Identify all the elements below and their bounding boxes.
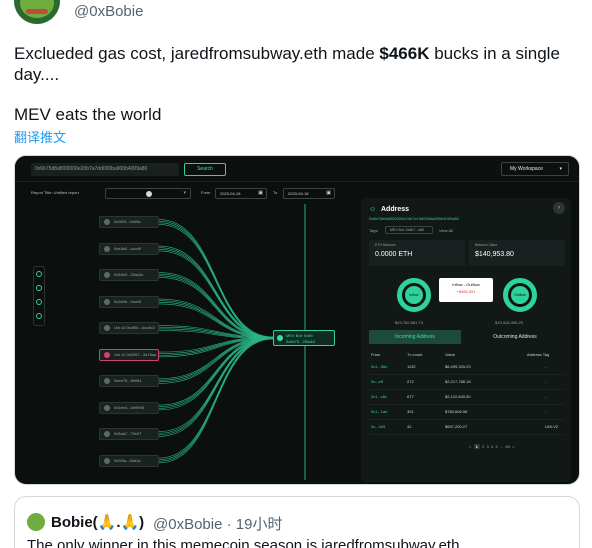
graph-edge [158, 245, 274, 338]
graph-node[interactable]: 0x54e0...25ac5c [99, 269, 159, 281]
balance-value: $140,953.80 [475, 251, 514, 258]
graph-edge [158, 338, 274, 436]
table-cell-tag: - [545, 379, 547, 384]
graph-edge [158, 338, 274, 462]
workspace-dropdown[interactable]: My Workspace ▾ [501, 162, 569, 176]
quoted-tweet[interactable]: Bobie(🙏.🙏) @0xBobie · 19小时 The only winn… [14, 496, 580, 548]
graph-node[interactable]: 0xe4d0...cccd9 [99, 242, 159, 255]
table-row[interactable]: 0x1...36e 1132 $8,499,325.23 - [369, 360, 565, 375]
graph-edge [158, 336, 274, 432]
table-cell-from[interactable]: 0x...3b5 [371, 424, 385, 429]
to-label: To [273, 190, 278, 195]
amount: $466K [379, 44, 430, 63]
view-all-link[interactable]: View All [439, 228, 453, 233]
translate-link[interactable]: 翻译推文 [14, 127, 66, 146]
column-header[interactable]: Address Tag [527, 352, 549, 357]
table-cell-tag: - [545, 394, 547, 399]
address-search-input[interactable]: 0x6b75d8af000000e20b7a7dd000ba900b4009a8… [31, 163, 179, 176]
search-button[interactable]: Search [184, 163, 226, 176]
outflow-value: $19,316,490.25 [495, 320, 523, 325]
user-icon: ☺ [369, 206, 377, 213]
table-row[interactable]: 0x...3b5 42 $657,200.27 UNI-V2 [369, 420, 565, 435]
transaction-graph[interactable]: 0x0f23...0d49a 0xe4d0...cccd9 0x54e0...25a… [15, 196, 355, 484]
table-cell-value: $657,200.27 [445, 424, 468, 429]
graph-edge [158, 337, 274, 434]
graph-node[interactable]: 0x5da7...79c07 [99, 428, 159, 440]
report-title-label: Report Title: Untitled report [31, 190, 79, 195]
graph-edge [158, 337, 274, 381]
graph-edge [158, 249, 274, 339]
table-cell-tx: 677 [407, 394, 414, 399]
table-cell-tx: 272 [407, 379, 414, 384]
address-tabs: Incoming Address Outcoming Address [369, 330, 565, 344]
graph-node[interactable]: 0xee75...9b081 [99, 375, 159, 387]
outflow-ring: Outflow [503, 278, 537, 312]
graph-edge [158, 336, 274, 459]
tags-label: Tags: [369, 228, 379, 233]
app-topbar: 0x6b75d8af000000e20b7a7dd000ba900b4009a8… [15, 156, 579, 182]
graph-node[interactable]: Uni v3 0x4f5b...6cc4b2 [99, 322, 159, 334]
table-cell-tx: 1132 [407, 364, 416, 369]
net-flow-value: +$466,091 [456, 289, 476, 294]
table-cell-from[interactable]: 0x1...1ab [371, 409, 387, 414]
table-row[interactable]: 0x1...1ab 301 $780,606.98 - [369, 405, 565, 420]
panel-title: Address [381, 206, 410, 213]
table-cell-value: $780,606.98 [445, 409, 468, 414]
column-header[interactable]: Value [445, 352, 455, 357]
table-cell-from[interactable]: 0x1...c8c [371, 394, 387, 399]
table-cell-value: $2,217,788.18 [445, 379, 471, 384]
table-cell-tx: 42 [407, 424, 412, 429]
table-cell-value: $8,499,325.23 [445, 364, 471, 369]
eth-balance-card: ETH Balance 0.0000 ETH [369, 240, 465, 266]
quote-meta: @0xBobie · 19小时 [153, 516, 283, 533]
pagination: < 1 2 3 4 5 ... 60 > [469, 444, 515, 449]
column-header[interactable]: Tx count [407, 352, 422, 357]
address-tag[interactable]: MEV Bot: 0x6b7...a80 [385, 226, 433, 234]
graph-edge [158, 222, 274, 339]
table-cell-tag: UNI-V2 [545, 424, 559, 429]
quote-author-name: Bobie(🙏.🙏) [51, 514, 145, 531]
graph-edge [158, 277, 274, 340]
tweet-text: Exclueded gas cost, jaredfromsubway.eth … [14, 44, 560, 84]
graph-node[interactable]: 0x0f23...0d49a [99, 216, 159, 228]
graph-edge [158, 247, 274, 338]
address-panel: ☺ Address › 0x6b75d8af000000e20b7a7dd000… [361, 198, 571, 482]
table-cell-tx: 301 [407, 409, 414, 414]
tweet-text-line2: MEV eats the world [14, 105, 162, 124]
balance-value-card: Balance Value $140,953.80 [469, 240, 565, 266]
graph-node[interactable]: Uni v2 0x0267...3a78aa [99, 348, 159, 361]
graph-node[interactable]: 0x1ee4...0b9998 [99, 401, 159, 414]
quote-avatar [27, 513, 45, 531]
graph-edge [158, 338, 274, 437]
table-cell-tag: - [545, 409, 547, 414]
graph-edge [158, 337, 274, 460]
inflow-ring: Inflow [397, 278, 431, 312]
flow-summary: Inflow Inflow - Outflow +$466,091 Outflo… [361, 272, 571, 326]
tab-outgoing-address[interactable]: Outcoming Address [469, 330, 561, 344]
table-cell-from[interactable]: 0x1...36e [371, 364, 387, 369]
graph-edge [158, 273, 274, 338]
table-row[interactable]: 0x...eff 272 $2,217,788.18 - [369, 375, 565, 390]
net-flow-box: Inflow - Outflow +$466,091 [439, 278, 493, 302]
inflow-value: $19,782,581.74 [395, 320, 423, 325]
graph-edge [158, 336, 274, 406]
graph-node[interactable]: 0x2e0b...0ccb9 [99, 295, 159, 308]
panel-address[interactable]: 0x6b75d8af000000e20b7a7dd000ba900b4009a8… [369, 216, 459, 221]
table-cell-tag: - [545, 364, 547, 369]
author-avatar[interactable] [14, 0, 60, 24]
quote-text: The only winner in this memecoin season … [27, 537, 460, 548]
table-row[interactable]: 0x1...c8c 677 $2,122,843.50 - [369, 390, 565, 405]
embedded-screenshot[interactable]: 0x6b75d8af000000e20b7a7dd000ba900b4009a8… [14, 155, 580, 485]
from-label: From [201, 190, 211, 195]
chevron-down-icon: ▾ [559, 166, 562, 172]
table-cell-value: $2,122,843.50 [445, 394, 471, 399]
eth-balance: 0.0000 ETH [375, 251, 413, 258]
column-header[interactable]: From [371, 352, 380, 357]
center-node-mev-bot[interactable]: MEV Bot: 0x6b 0x6b75...2f0a48 [273, 330, 335, 346]
graph-node[interactable]: 0x02fa...2bd1a [99, 454, 159, 467]
collapse-button[interactable]: › [553, 202, 565, 214]
tab-incoming-address[interactable]: Incoming Address [369, 330, 461, 344]
author-handle[interactable]: @0xBobie [74, 3, 143, 20]
table-cell-from[interactable]: 0x...eff [371, 379, 383, 384]
